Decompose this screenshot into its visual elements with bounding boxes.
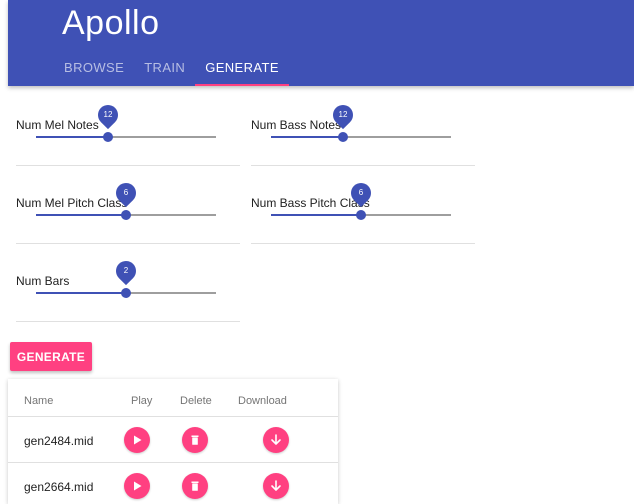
num-bass-notes-slider[interactable]: 12 <box>271 100 451 142</box>
value-label: 6 <box>123 188 129 197</box>
generate-button[interactable]: GENERATE <box>10 342 92 371</box>
download-arrow-icon <box>271 480 281 491</box>
file-name: gen2484.mid <box>24 434 94 448</box>
num-mel-pitch-class-label: Num Mel Pitch Class <box>16 196 128 210</box>
slider-thumb[interactable] <box>356 210 366 220</box>
column-header-name: Name <box>24 395 54 407</box>
file-name: gen2664.mid <box>24 480 94 494</box>
slider-fill <box>271 136 343 138</box>
value-label: 12 <box>338 110 348 119</box>
play-button[interactable] <box>124 427 150 453</box>
value-label: 6 <box>358 188 364 197</box>
slider-fill <box>271 214 361 216</box>
value-label: 12 <box>103 110 113 119</box>
num-bass-notes-label: Num Bass Notes <box>251 118 342 132</box>
slider-fill <box>36 292 126 294</box>
column-header-delete: Delete <box>180 395 212 407</box>
num-mel-pitch-class-slider[interactable]: 6 <box>36 178 216 220</box>
num-bars-label: Num Bars <box>16 274 70 288</box>
download-arrow-icon <box>271 434 281 445</box>
value-label: 2 <box>123 266 129 275</box>
slider-thumb[interactable] <box>103 132 113 142</box>
trash-icon <box>191 435 199 445</box>
slider-thumb[interactable] <box>338 132 348 142</box>
tab-browse[interactable]: BROWSE <box>54 48 134 86</box>
generated-files-table: Name Play Delete Download gen2484.mid ge… <box>8 379 338 504</box>
download-button[interactable] <box>263 427 289 453</box>
num-bass-pitch-class-slider[interactable]: 6 <box>271 178 451 220</box>
num-mel-notes-slider[interactable]: 12 <box>36 100 216 142</box>
tab-bar: BROWSE TRAIN GENERATE <box>54 48 289 86</box>
play-icon <box>134 435 142 445</box>
play-icon <box>134 481 142 491</box>
num-bass-notes-field: Num Bass Notes 12 <box>251 88 475 166</box>
tab-generate[interactable]: GENERATE <box>195 48 289 86</box>
num-mel-pitch-class-field: Num Mel Pitch Class 6 <box>16 166 240 244</box>
table-row: gen2484.mid <box>8 417 338 463</box>
delete-button[interactable] <box>182 473 208 499</box>
num-bars-slider[interactable]: 2 <box>36 256 216 298</box>
download-button[interactable] <box>263 473 289 499</box>
slider-fill <box>36 136 108 138</box>
play-button[interactable] <box>124 473 150 499</box>
table-header: Name Play Delete Download <box>8 379 338 417</box>
num-bars-field: Num Bars 2 <box>16 244 240 322</box>
num-mel-notes-field: Num Mel Notes 12 <box>16 88 240 166</box>
trash-icon <box>191 481 199 491</box>
column-header-play: Play <box>131 395 153 407</box>
tab-train[interactable]: TRAIN <box>134 48 195 86</box>
column-header-download: Download <box>238 395 287 407</box>
slider-fill <box>36 214 126 216</box>
app-title: Apollo <box>62 4 160 42</box>
slider-thumb[interactable] <box>121 210 131 220</box>
num-mel-notes-label: Num Mel Notes <box>16 118 99 132</box>
table-row: gen2664.mid <box>8 463 338 504</box>
num-bass-pitch-class-field: Num Bass Pitch Class 6 <box>251 166 475 244</box>
app-bar: Apollo BROWSE TRAIN GENERATE <box>8 0 634 86</box>
slider-thumb[interactable] <box>121 288 131 298</box>
delete-button[interactable] <box>182 427 208 453</box>
